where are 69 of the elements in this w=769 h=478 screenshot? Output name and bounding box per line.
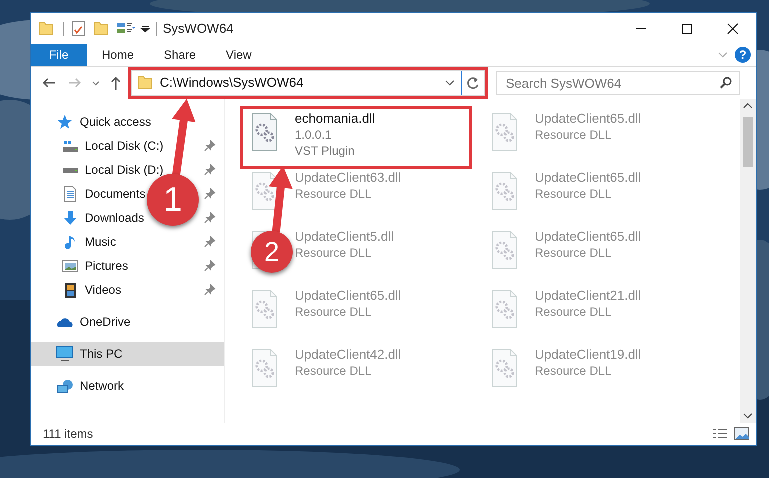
- nav-item[interactable]: Pictures: [85, 257, 128, 275]
- document-icon: [64, 186, 76, 202]
- folder-icon: [138, 75, 154, 91]
- file-detail: Resource DLL: [535, 186, 613, 202]
- file-detail: Resource DLL: [295, 186, 373, 202]
- file-icon: [491, 231, 519, 271]
- picture-icon: [62, 260, 78, 272]
- scrollbar[interactable]: [740, 99, 756, 423]
- file-detail: Resource DLL: [535, 304, 613, 320]
- file-icon: [251, 290, 279, 330]
- network-icon: [56, 378, 74, 394]
- file-icon: [491, 172, 519, 212]
- ribbon-tab[interactable]: File: [31, 44, 87, 66]
- nav-item[interactable]: Documents: [85, 185, 146, 203]
- nav-item[interactable]: Downloads: [85, 209, 144, 227]
- file-detail: Resource DLL: [295, 245, 373, 261]
- item-count: 111 items: [43, 426, 94, 443]
- file-detail: Resource DLL: [535, 363, 613, 379]
- ribbon-tab[interactable]: Share: [149, 44, 212, 66]
- cloud-icon: [57, 316, 73, 328]
- file-detail: VST Plugin: [295, 143, 356, 159]
- file-name: echomania.dll: [295, 111, 376, 127]
- pin-icon[interactable]: [204, 164, 216, 176]
- address-bar[interactable]: C:\Windows\SysWOW64: [131, 70, 485, 96]
- details-view-icon[interactable]: [712, 427, 728, 441]
- ribbon-tab[interactable]: Home: [87, 44, 150, 66]
- nav-item[interactable]: Quick access: [80, 113, 152, 131]
- nav-item[interactable]: OneDrive: [80, 313, 131, 331]
- nav-item[interactable]: Local Disk (C:): [85, 137, 164, 155]
- nav-item[interactable]: Music: [85, 233, 116, 251]
- pin-icon[interactable]: [204, 260, 216, 272]
- window-title: SysWOW64: [163, 20, 234, 38]
- help-button[interactable]: ?: [735, 47, 751, 63]
- pin-icon[interactable]: [204, 140, 216, 152]
- file-icon: [251, 113, 279, 153]
- music-note-icon: [64, 234, 76, 250]
- pin-icon[interactable]: [204, 188, 216, 200]
- folder-icon[interactable]: [39, 20, 55, 36]
- file-detail: Resource DLL: [535, 245, 613, 261]
- large-icons-view-icon[interactable]: [734, 427, 750, 441]
- film-icon: [64, 282, 76, 298]
- file-icon: [491, 113, 519, 153]
- file-icon: [491, 349, 519, 389]
- checklist-icon[interactable]: [72, 20, 86, 36]
- annotation-arrow: [268, 166, 293, 232]
- drive-icon: [62, 140, 78, 152]
- search-field[interactable]: Search SysWOW64: [496, 71, 740, 95]
- scroll-thumb[interactable]: [743, 117, 753, 167]
- pin-icon[interactable]: [204, 236, 216, 248]
- star-icon: [57, 114, 73, 130]
- folder-icon[interactable]: [94, 20, 110, 36]
- file-detail: Resource DLL: [535, 127, 613, 143]
- pin-icon[interactable]: [204, 212, 216, 224]
- address-path: C:\Windows\SysWOW64: [160, 74, 304, 92]
- file-icon: [251, 349, 279, 389]
- file-detail: Resource DLL: [295, 363, 373, 379]
- drive-icon: [62, 166, 78, 174]
- search-icon: [718, 75, 734, 91]
- pin-icon[interactable]: [204, 284, 216, 296]
- nav-item[interactable]: Network: [80, 377, 124, 395]
- nav-item[interactable]: This PC: [31, 342, 224, 366]
- file-icon: [491, 290, 519, 330]
- file-detail: Resource DLL: [295, 304, 373, 320]
- file-detail: 1.0.0.1: [295, 127, 333, 143]
- up-arrow-icon[interactable]: [109, 75, 123, 91]
- download-arrow-icon: [62, 210, 78, 226]
- ribbon-tab[interactable]: View: [211, 44, 267, 66]
- nav-item[interactable]: Videos: [85, 281, 122, 299]
- monitor-icon: [56, 346, 74, 362]
